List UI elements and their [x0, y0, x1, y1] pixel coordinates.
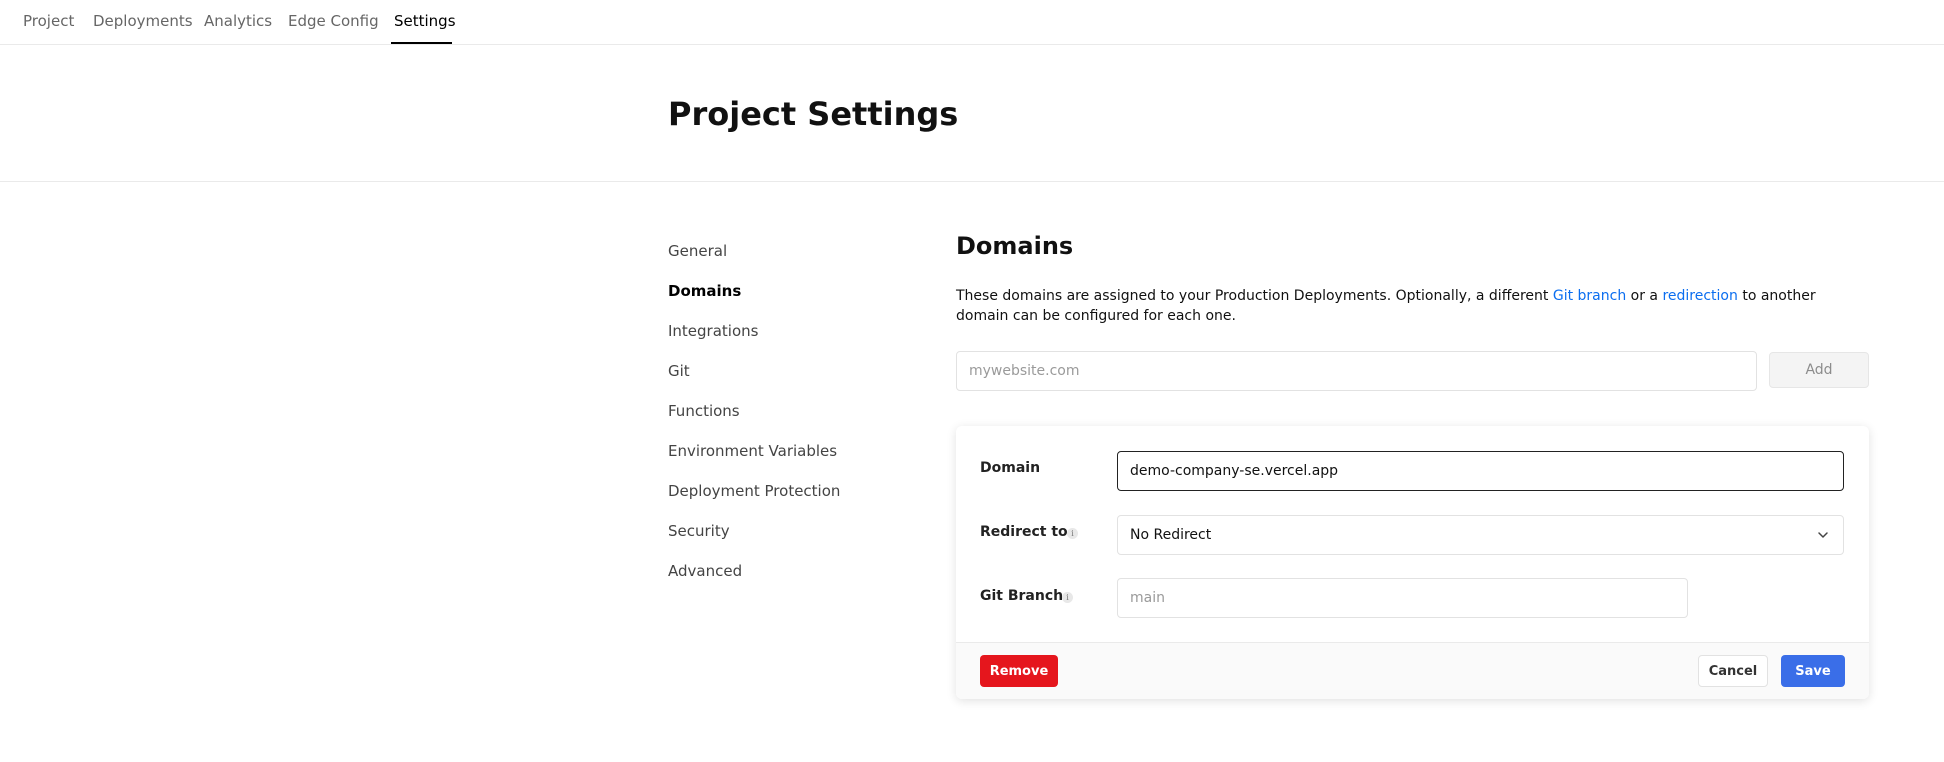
redirection-link[interactable]: redirection [1662, 288, 1737, 304]
redirect-to-label: Redirect to [980, 524, 1068, 540]
add-domain-input[interactable] [956, 351, 1757, 391]
tab-analytics[interactable]: Analytics [204, 0, 272, 45]
domain-label: Domain [980, 460, 1041, 476]
info-icon: i [1067, 528, 1078, 539]
description-text: These domains are assigned to your Produ… [956, 288, 1553, 304]
sidebar-item-security[interactable]: Security [668, 520, 730, 542]
redirect-selected-value: No Redirect [1130, 527, 1212, 543]
tab-deployments[interactable]: Deployments [93, 0, 193, 45]
add-domain-button[interactable]: Add [1769, 352, 1869, 388]
page-title: Project Settings [668, 95, 959, 133]
save-button[interactable]: Save [1781, 655, 1845, 687]
active-tab-indicator [391, 42, 452, 44]
sidebar-item-functions[interactable]: Functions [668, 400, 740, 422]
git-branch-link[interactable]: Git branch [1553, 288, 1626, 304]
top-navigation: Project Deployments Analytics Edge Confi… [0, 0, 1944, 45]
remove-button[interactable]: Remove [980, 655, 1058, 687]
cancel-button[interactable]: Cancel [1698, 655, 1768, 687]
domain-field[interactable] [1117, 451, 1844, 491]
sidebar-item-advanced[interactable]: Advanced [668, 560, 742, 582]
sidebar-item-deployment-protection[interactable]: Deployment Protection [668, 480, 840, 502]
git-branch-label: Git Branch [980, 588, 1064, 604]
section-title: Domains [956, 232, 1074, 260]
redirect-select[interactable]: No Redirect [1117, 515, 1844, 555]
sidebar-item-domains[interactable]: Domains [668, 280, 741, 302]
sidebar-item-git[interactable]: Git [668, 360, 690, 382]
tab-project[interactable]: Project [23, 0, 74, 45]
git-branch-input[interactable] [1117, 578, 1688, 618]
card-footer: Remove Cancel Save [956, 642, 1869, 699]
tab-edge-config[interactable]: Edge Config [288, 0, 379, 45]
info-icon: i [1062, 592, 1073, 603]
description-text: or a [1626, 288, 1663, 304]
sidebar-item-general[interactable]: General [668, 240, 727, 262]
domain-card: Domain Redirect to i No Redirect Git Bra… [956, 426, 1869, 699]
chevron-down-icon [1818, 532, 1828, 538]
tab-settings[interactable]: Settings [394, 0, 456, 45]
sidebar-item-environment-variables[interactable]: Environment Variables [668, 440, 837, 462]
domains-description: These domains are assigned to your Produ… [956, 286, 1856, 326]
sidebar-item-integrations[interactable]: Integrations [668, 320, 758, 342]
page-header: Project Settings [0, 45, 1944, 182]
